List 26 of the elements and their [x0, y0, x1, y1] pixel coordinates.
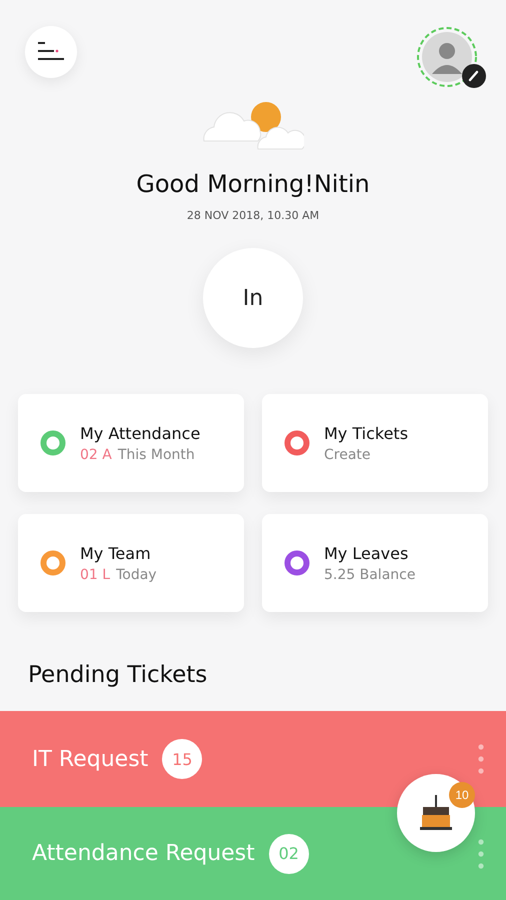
card-title: My Team	[80, 544, 152, 562]
dashboard-card[interactable]: My Leaves 5.25 Balance	[262, 514, 488, 612]
card-subtitle: Today	[116, 566, 157, 582]
card-count: 02 A	[80, 446, 112, 462]
card-title: My Tickets	[324, 424, 408, 442]
card-title: My Attendance	[80, 424, 200, 442]
ticket-label: IT Request	[32, 746, 148, 772]
punch-in-button[interactable]: In	[203, 248, 303, 348]
pencil-icon[interactable]	[462, 64, 486, 88]
count-badge: 15	[162, 739, 202, 779]
date-text: 28 NOV 2018, 10.30 AM	[186, 208, 320, 224]
ticket-label: Attendance Request	[32, 841, 255, 866]
notification-badge: 10	[449, 782, 475, 808]
greeting-text: Good Morning!Nitin	[136, 169, 370, 200]
card-title: My Leaves	[324, 544, 410, 562]
section-title: Pending Tickets	[28, 661, 208, 690]
card-subtitle: This Month	[118, 446, 195, 462]
dashboard-card[interactable]: My Attendance 02 A This Month	[18, 394, 244, 492]
card-count: 01 L	[80, 566, 110, 582]
count-badge: 02	[268, 834, 309, 874]
cake-icon	[419, 793, 453, 833]
dashboard-card[interactable]: My Tickets Create	[262, 394, 488, 492]
weather-icon	[202, 101, 304, 151]
card-subtitle: 5.25 Balance	[324, 566, 416, 582]
card-subtitle: Create	[324, 446, 371, 462]
dashboard-card[interactable]: My Team 01 L Today	[18, 514, 244, 612]
